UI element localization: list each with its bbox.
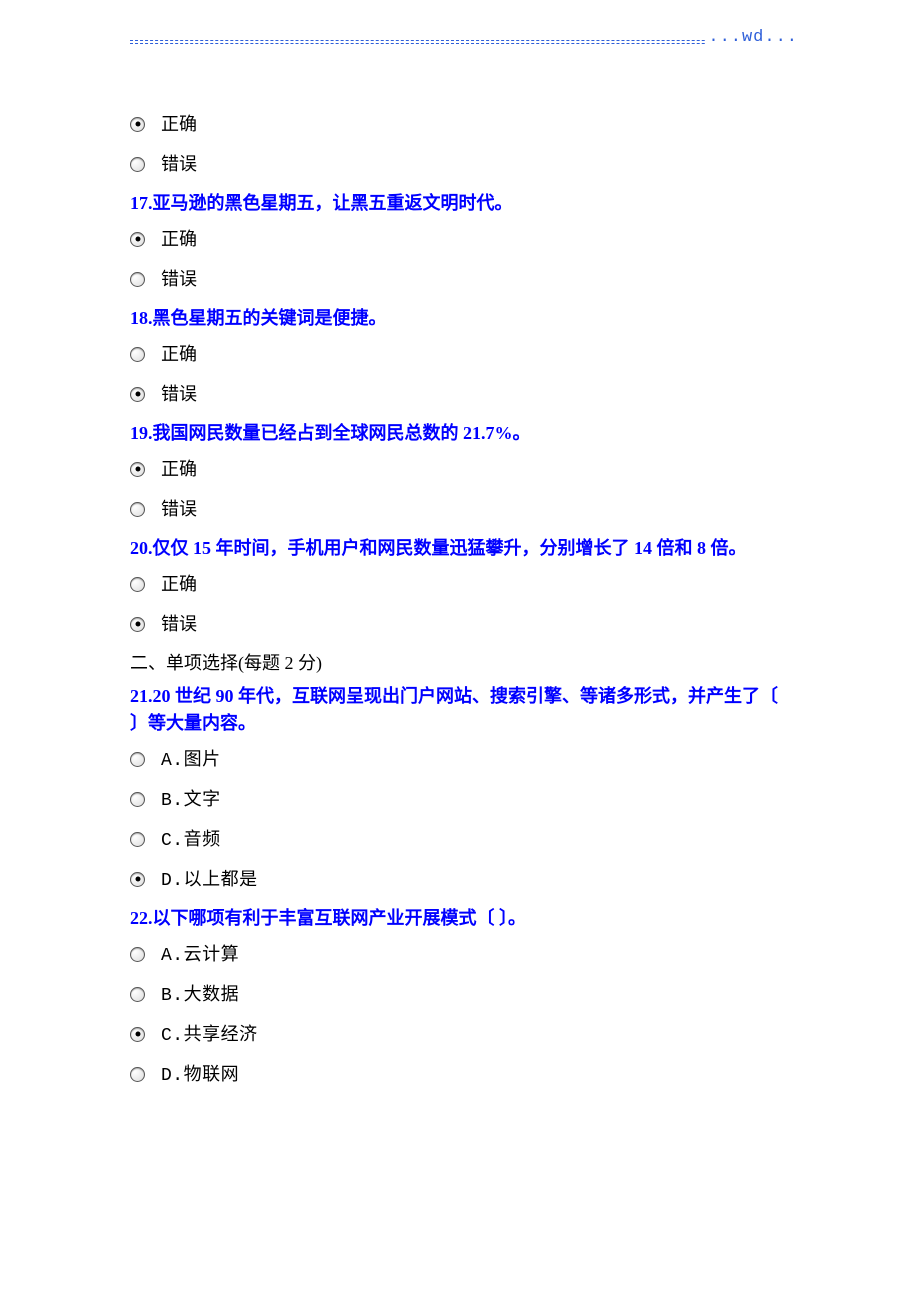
q21-option-a[interactable]: A.图片 <box>130 745 790 771</box>
option-label: 错误 <box>161 495 197 521</box>
q17-option-false[interactable]: 错误 <box>130 265 790 291</box>
q16-option-false[interactable]: 错误 <box>130 150 790 176</box>
q22-option-c[interactable]: C.共享经济 <box>130 1020 790 1046</box>
radio-icon[interactable] <box>130 347 145 362</box>
q21-text: 21.20 世纪 90 年代，互联网呈现出门户网站、搜索引擎、等诸多形式，并产生… <box>130 683 790 737</box>
q18-text: 18.黑色星期五的关键词是便捷。 <box>130 305 790 332</box>
option-label: C.音频 <box>161 825 221 851</box>
q19-option-true[interactable]: 正确 <box>130 455 790 481</box>
q22-option-a[interactable]: A.云计算 <box>130 940 790 966</box>
option-label: 正确 <box>161 110 197 136</box>
radio-icon[interactable] <box>130 272 145 287</box>
q22-option-b[interactable]: B.大数据 <box>130 980 790 1006</box>
radio-icon[interactable] <box>130 872 145 887</box>
radio-icon[interactable] <box>130 502 145 517</box>
option-label: 正确 <box>161 340 197 366</box>
radio-icon[interactable] <box>130 617 145 632</box>
q16-option-true[interactable]: 正确 <box>130 110 790 136</box>
q22-option-d[interactable]: D.物联网 <box>130 1060 790 1086</box>
radio-icon[interactable] <box>130 1027 145 1042</box>
page-content: ...wd... 正确 错误 17.亚马逊的黑色星期五，让黑五重返文明时代。 正… <box>0 0 920 1160</box>
q21-option-b[interactable]: B.文字 <box>130 785 790 811</box>
q18-option-false[interactable]: 错误 <box>130 380 790 406</box>
radio-icon[interactable] <box>130 117 145 132</box>
q20-option-true[interactable]: 正确 <box>130 570 790 596</box>
q19-text: 19.我国网民数量已经占到全球网民总数的 21.7%。 <box>130 420 790 447</box>
q21-option-d[interactable]: D.以上都是 <box>130 865 790 891</box>
option-label: 正确 <box>161 455 197 481</box>
q17-text: 17.亚马逊的黑色星期五，让黑五重返文明时代。 <box>130 190 790 217</box>
q17-option-true[interactable]: 正确 <box>130 225 790 251</box>
q18-option-true[interactable]: 正确 <box>130 340 790 366</box>
radio-icon[interactable] <box>130 232 145 247</box>
radio-icon[interactable] <box>130 157 145 172</box>
option-label: A.图片 <box>161 745 221 771</box>
section2-title: 二、单项选择(每题 2 分) <box>130 650 790 677</box>
option-label: 错误 <box>161 150 197 176</box>
option-label: 正确 <box>161 570 197 596</box>
q21-option-c[interactable]: C.音频 <box>130 825 790 851</box>
option-label: D.以上都是 <box>161 865 258 891</box>
radio-icon[interactable] <box>130 462 145 477</box>
q22-text: 22.以下哪项有利于丰富互联网产业开展模式〔 〕。 <box>130 905 790 932</box>
radio-icon[interactable] <box>130 947 145 962</box>
radio-icon[interactable] <box>130 387 145 402</box>
option-label: D.物联网 <box>161 1060 239 1086</box>
radio-icon[interactable] <box>130 577 145 592</box>
option-label: 错误 <box>161 380 197 406</box>
page-header-border: ...wd... <box>130 40 790 60</box>
header-wd-text: ...wd... <box>706 28 800 47</box>
radio-icon[interactable] <box>130 987 145 1002</box>
header-dashes <box>130 40 790 44</box>
radio-icon[interactable] <box>130 832 145 847</box>
option-label: C.共享经济 <box>161 1020 258 1046</box>
radio-icon[interactable] <box>130 792 145 807</box>
q19-option-false[interactable]: 错误 <box>130 495 790 521</box>
radio-icon[interactable] <box>130 1067 145 1082</box>
q20-text: 20.仅仅 15 年时间，手机用户和网民数量迅猛攀升，分别增长了 14 倍和 8… <box>130 535 790 562</box>
option-label: 错误 <box>161 610 197 636</box>
option-label: 错误 <box>161 265 197 291</box>
option-label: B.大数据 <box>161 980 239 1006</box>
radio-icon[interactable] <box>130 752 145 767</box>
q20-option-false[interactable]: 错误 <box>130 610 790 636</box>
option-label: B.文字 <box>161 785 221 811</box>
option-label: A.云计算 <box>161 940 239 966</box>
option-label: 正确 <box>161 225 197 251</box>
